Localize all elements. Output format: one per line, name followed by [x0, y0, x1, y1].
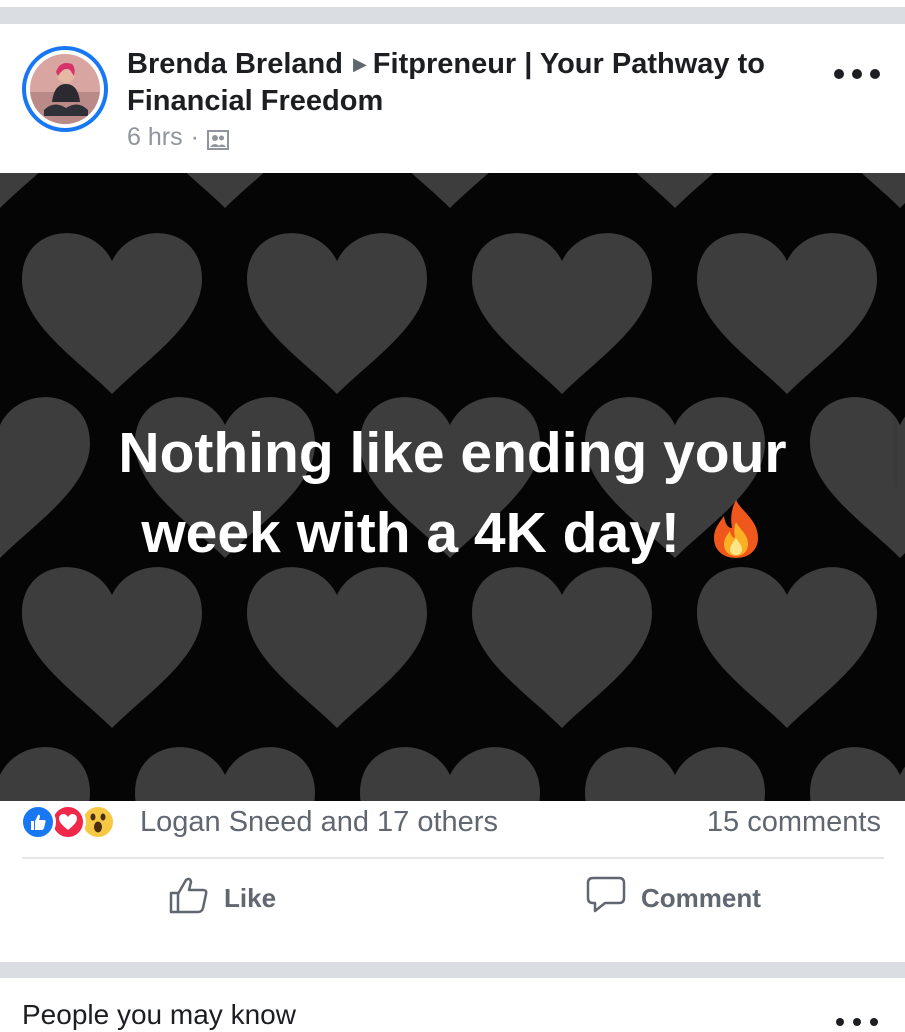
comment-icon [585, 875, 627, 922]
status-text-line-2: week with a 4K day! [40, 493, 865, 581]
arrow-right-icon: ▶ [352, 54, 367, 74]
avatar[interactable] [30, 54, 100, 124]
people-you-may-know-title: People you may know [22, 999, 296, 1030]
like-reaction-icon [20, 804, 56, 840]
meta-separator: · [190, 123, 199, 151]
feed-post: Brenda Breland ▶ Fitpreneur | Your Pathway… [0, 24, 905, 962]
feed-separator [0, 7, 905, 24]
avatar-story-ring[interactable] [22, 46, 108, 132]
feed-separator [0, 962, 905, 978]
thumbs-up-icon [168, 875, 210, 922]
more-options-icon[interactable] [834, 64, 880, 84]
comments-count[interactable]: 15 comments [707, 802, 881, 842]
status-text: Nothing like ending your week with a 4K … [40, 413, 865, 581]
avatar-photo [30, 54, 100, 124]
group-members-icon [206, 127, 229, 150]
comment-button[interactable]: Comment [585, 873, 761, 923]
scrollbar-thumb[interactable] [893, 418, 897, 488]
reactors-summary[interactable]: Logan Sneed and 17 others [140, 802, 498, 842]
fire-icon [708, 498, 764, 581]
status-text-line: week with a 4K day! [141, 501, 680, 565]
status-text-line: Nothing like ending your [118, 421, 787, 485]
reactions-row: Logan Sneed and 17 others 15 comments [0, 800, 905, 858]
reaction-icons[interactable] [20, 804, 130, 844]
more-options-icon[interactable] [836, 1018, 878, 1028]
divider [22, 857, 884, 859]
author-name[interactable]: Brenda Breland [127, 48, 343, 80]
post-timestamp[interactable]: 6 hrs [127, 122, 183, 152]
like-button[interactable]: Like [168, 873, 276, 923]
post-meta: 6 hrs · [127, 122, 229, 152]
comment-label: Comment [641, 882, 761, 913]
like-label: Like [224, 882, 277, 913]
status-background[interactable]: Nothing like ending your week with a 4K … [0, 173, 905, 801]
post-header-title: Brenda Breland ▶ Fitpreneur | Your Pathway… [127, 46, 807, 120]
top-gap [0, 0, 905, 24]
